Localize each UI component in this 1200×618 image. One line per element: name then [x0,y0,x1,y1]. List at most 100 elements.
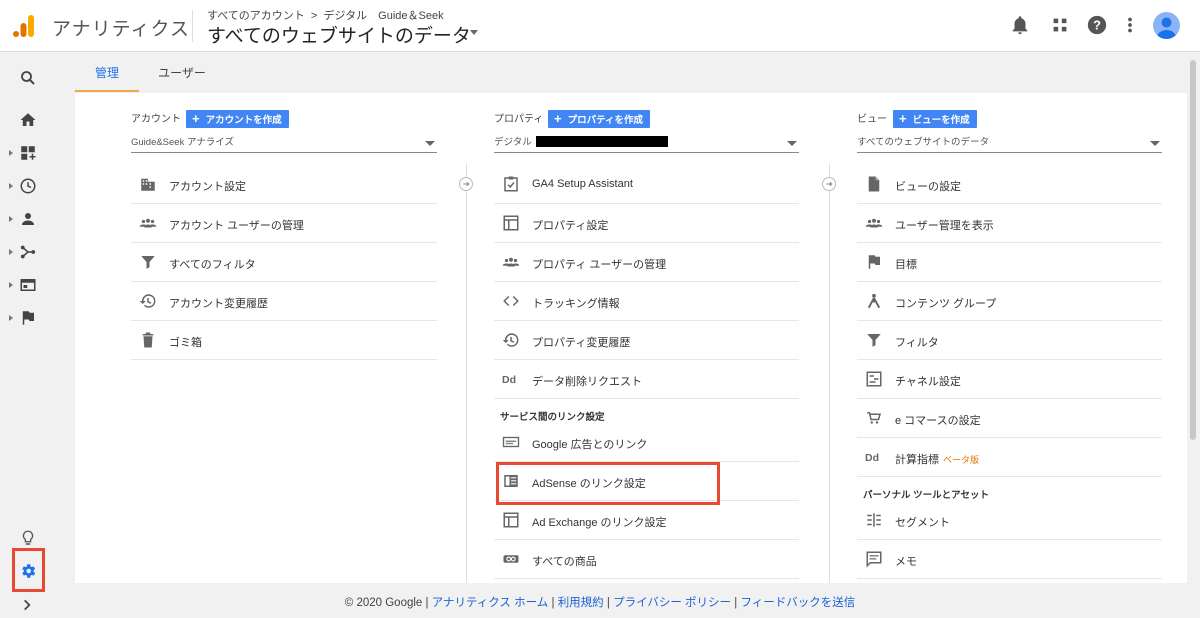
behavior-icon[interactable] [19,276,37,294]
account-select[interactable]: Guide&Seek アナライズ [131,134,437,153]
menu-item-account-settings[interactable]: アカウント設定 [131,165,437,204]
expand-arrow-icon[interactable] [9,216,13,222]
section-heading-personal: パーソナル ツールとアセット [863,490,989,501]
dropdown-arrow-icon [787,141,797,146]
menu-item-all-filters[interactable]: すべてのフィルタ [131,243,437,282]
scrollbar-thumb[interactable] [1190,60,1196,440]
expand-arrow-icon[interactable] [9,150,13,156]
expand-arrow-icon[interactable] [9,315,13,321]
menu-item-property-users[interactable]: プロパティ ユーザーの管理 [494,243,799,282]
help-icon[interactable]: ? [1086,14,1108,36]
menu-item-label: すべてのフィルタ [169,259,256,271]
header-divider [192,10,193,42]
menu-item-account-users[interactable]: アカウント ユーザーの管理 [131,204,437,243]
menu-item-segments[interactable]: セグメント [857,501,1162,540]
tab-users[interactable]: ユーザー [142,57,222,92]
dropdown-arrow-icon [1150,141,1160,146]
menu-item-label: Ad Exchange のリンク設定 [532,517,667,529]
menu-item-goals[interactable]: 目標 [857,243,1162,282]
view-selected: すべてのウェブサイトのデータ [857,137,989,148]
menu-item-filters[interactable]: フィルタ [857,321,1162,360]
menu-item-tracking-info[interactable]: トラッキング情報 [494,282,799,321]
menu-item-content-grouping[interactable]: コンテンツ グループ [857,282,1162,321]
avatar[interactable] [1153,12,1180,39]
left-rail [0,53,55,618]
svg-text:?: ? [1093,18,1101,33]
menu-item-label: e コマースの設定 [895,415,981,427]
clock-icon[interactable] [19,177,37,195]
home-icon[interactable] [19,111,37,129]
menu-item-account-history[interactable]: アカウント変更履歴 [131,282,437,321]
account-menu: アカウント設定 アカウント ユーザーの管理 すべてのフィルタ アカウント変更履歴… [131,165,437,360]
code-icon [503,295,519,307]
checklist-icon [504,176,518,192]
lightbulb-icon[interactable] [19,529,37,547]
menu-item-label: プロパティ設定 [532,220,609,232]
create-view-label: ビューを作成 [912,115,970,126]
create-property-label: プロパティを作成 [567,115,644,126]
menu-item-ad-exchange-link[interactable]: Ad Exchange のリンク設定 [494,501,799,540]
flag-icon[interactable] [19,309,37,327]
menu-item-annotations[interactable]: メモ [857,540,1162,579]
customization-icon[interactable] [19,144,37,162]
menu-item-property-history[interactable]: プロパティ変更履歴 [494,321,799,360]
property-selected: デジタル [494,137,532,148]
menu-item-all-products[interactable]: すべての商品 [494,540,799,579]
menu-item-label: トラッキング情報 [532,298,620,310]
menu-item-view-users[interactable]: ユーザー管理を表示 [857,204,1162,243]
menu-item-data-deletion[interactable]: Dd データ削除リクエスト [494,360,799,399]
menu-item-channel-settings[interactable]: チャネル設定 [857,360,1162,399]
menu-item-label: プロパティ変更履歴 [532,337,631,349]
menu-item-calculated-metrics[interactable]: Dd 計算指標 ベータ版 [857,438,1162,477]
footer-link-feedback[interactable]: フィードバックを送信 [740,597,855,609]
menu-item-label: ビューの設定 [895,181,961,193]
acquisition-icon[interactable] [19,243,37,261]
menu-item-label: アカウント変更履歴 [169,298,268,310]
menu-item-view-settings[interactable]: ビューの設定 [857,165,1162,204]
create-view-button[interactable]: + ビューを作成 [893,110,977,128]
footer-link-terms[interactable]: 利用規約 [558,597,604,609]
menu-item-label: すべての商品 [532,556,597,568]
more-vert-icon[interactable] [1119,14,1141,36]
caret-down-icon[interactable] [470,30,478,35]
filter-icon [141,256,155,269]
layout-icon [503,215,519,231]
menu-item-ecommerce-settings[interactable]: e コマースの設定 [857,399,1162,438]
view-selector-title[interactable]: すべてのウェブサイトのデータ [207,21,471,48]
create-account-button[interactable]: + アカウントを作成 [186,110,289,128]
menu-item-label: アカウント ユーザーの管理 [169,220,304,232]
column-divider [466,163,467,583]
view-select[interactable]: すべてのウェブサイトのデータ [857,134,1162,153]
menu-item-trash[interactable]: ゴミ箱 [131,321,437,360]
content-group-icon [867,293,881,309]
property-select[interactable]: デジタル [494,134,799,153]
view-menu: ビューの設定 ユーザー管理を表示 目標 コンテンツ グループ フィルタ チャネル… [857,165,1162,579]
expand-arrow-icon[interactable] [9,249,13,255]
menu-item-label: 目標 [895,259,917,271]
menu-item-label: アカウント設定 [169,181,246,193]
menu-item-label: コンテンツ グループ [895,298,997,310]
beta-badge: ベータ版 [943,455,980,465]
analytics-logo-icon[interactable] [12,14,36,38]
layout-icon [503,512,519,528]
expand-arrow-icon[interactable] [9,282,13,288]
admin-panel: アカウント + アカウントを作成 Guide&Seek アナライズ アカウント設定… [75,93,1187,583]
section-heading-links: サービス間のリンク設定 [500,412,605,423]
menu-item-label: Google 広告とのリンク [532,439,648,451]
create-property-button[interactable]: + プロパティを作成 [548,110,651,128]
channel-icon [866,371,882,387]
search-icon[interactable] [19,69,37,87]
menu-item-property-settings[interactable]: プロパティ設定 [494,204,799,243]
bell-icon[interactable] [1009,14,1031,36]
apps-grid-icon[interactable] [1049,14,1071,36]
menu-item-google-ads-link[interactable]: Google 広告とのリンク [494,423,799,462]
expand-arrow-icon[interactable] [9,183,13,189]
footer-link-privacy[interactable]: プライバシー ポリシー [613,597,731,609]
building-icon [141,178,155,191]
tab-admin[interactable]: 管理 [75,57,139,92]
menu-item-label: プロパティ ユーザーの管理 [532,259,667,271]
person-icon[interactable] [19,210,37,228]
menu-item-ga4-setup[interactable]: GA4 Setup Assistant [494,165,799,204]
trash-icon [142,332,154,348]
footer-link-home[interactable]: アナリティクス ホーム [432,597,549,609]
